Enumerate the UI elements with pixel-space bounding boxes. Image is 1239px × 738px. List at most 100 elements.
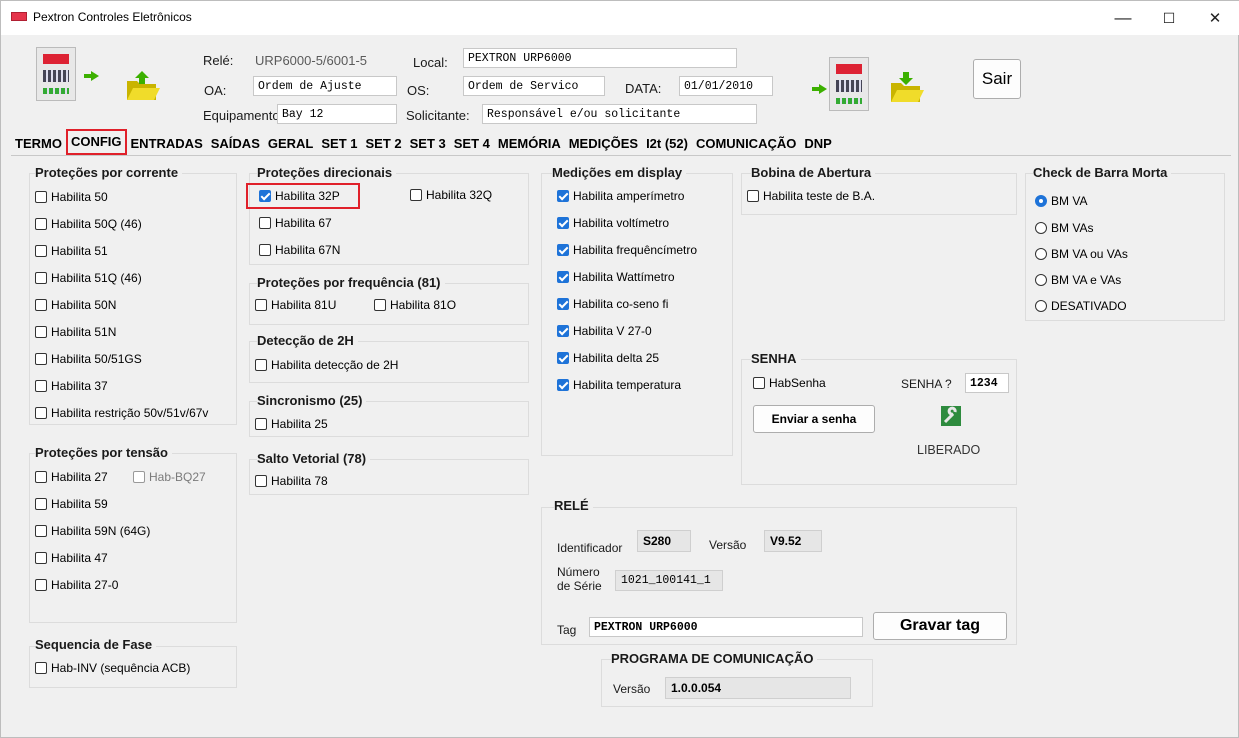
tab-geral[interactable]: GERAL: [264, 133, 318, 155]
checkbox-habilita-47[interactable]: Habilita 47: [35, 551, 108, 565]
tab-memoria[interactable]: MEMÓRIA: [494, 133, 565, 155]
group-title: PROGRAMA DE COMUNICAÇÃO: [611, 651, 818, 666]
tab-entradas[interactable]: ENTRADAS: [127, 133, 207, 155]
checkbox-temperatura[interactable]: Habilita temperatura: [557, 378, 681, 392]
data-label: DATA:: [625, 81, 662, 96]
checkbox-delta-25[interactable]: Habilita delta 25: [557, 351, 659, 365]
equipamento-field[interactable]: Bay 12: [277, 104, 397, 124]
checkbox-habilita-50-51gs[interactable]: Habilita 50/51GS: [35, 352, 142, 366]
checkbox-habilita-59n[interactable]: Habilita 59N (64G): [35, 524, 150, 538]
rele-value: URP6000-5/6001-5: [255, 53, 368, 68]
group-title: Salto Vetorial (78): [257, 451, 371, 466]
group-title: Check de Barra Morta: [1033, 165, 1172, 180]
versao-label: Versão: [709, 538, 747, 552]
checkbox-habilita-deteccao-2h[interactable]: Habilita detecção de 2H: [255, 358, 398, 372]
oa-label: OA:: [204, 83, 227, 98]
save-folder-icon[interactable]: [889, 71, 925, 107]
identificador-label: Identificador: [557, 541, 623, 555]
tab-i2t[interactable]: I2t (52): [642, 133, 692, 155]
tab-config[interactable]: CONFIG: [65, 129, 127, 155]
app-icon: [11, 12, 27, 21]
tab-dnp[interactable]: DNP: [800, 133, 835, 155]
group-title: Bobina de Abertura: [751, 165, 876, 180]
identificador-value: S280: [637, 530, 691, 552]
checkbox-habilita-25[interactable]: Habilita 25: [255, 417, 328, 431]
close-button[interactable]: ✕: [1192, 1, 1238, 35]
checkbox-habilita-67n[interactable]: Habilita 67N: [259, 243, 340, 257]
checkbox-habilita-27-0[interactable]: Habilita 27-0: [35, 578, 118, 592]
tag-field[interactable]: PEXTRON URP6000: [589, 617, 863, 637]
checkbox-habilita-78[interactable]: Habilita 78: [255, 474, 328, 488]
checkbox-habilita-restricao[interactable]: Habilita restrição 50v/51v/67v: [35, 406, 208, 420]
data-field[interactable]: 01/01/2010: [679, 76, 773, 96]
numero-serie-value: 1021_100141_1: [615, 570, 723, 591]
checkbox-habilita-81u[interactable]: Habilita 81U: [255, 298, 336, 312]
os-label: OS:: [407, 83, 430, 98]
senha-field[interactable]: 1234: [965, 373, 1009, 393]
open-folder-icon[interactable]: [125, 69, 161, 105]
checkbox-habilita-27[interactable]: Habilita 27: [35, 470, 108, 484]
radio-bm-vas[interactable]: BM VAs: [1035, 221, 1093, 235]
checkbox-habilita-50q[interactable]: Habilita 50Q (46): [35, 217, 142, 231]
group-title: Medições em display: [552, 165, 687, 180]
tab-saidas[interactable]: SAÍDAS: [207, 133, 264, 155]
title-bar: Pextron Controles Eletrônicos — ☐ ✕: [1, 1, 1239, 35]
window-title: Pextron Controles Eletrônicos: [33, 10, 192, 24]
tab-set3[interactable]: SET 3: [406, 133, 450, 155]
checkbox-habsenha[interactable]: HabSenha: [753, 376, 826, 390]
checkbox-teste-ba[interactable]: Habilita teste de B.A.: [747, 189, 875, 203]
group-title: Proteções por frequência (81): [257, 275, 445, 290]
checkbox-habilita-32q[interactable]: Habilita 32Q: [410, 188, 492, 202]
numero-label: Número: [557, 565, 600, 579]
oa-field[interactable]: Ordem de Ajuste: [253, 76, 397, 96]
senha-status: LIBERADO: [917, 443, 981, 457]
sair-button[interactable]: Sair: [973, 59, 1021, 99]
checkbox-habilita-67[interactable]: Habilita 67: [259, 216, 332, 230]
local-field[interactable]: PEXTRON URP6000: [463, 48, 737, 68]
arrow-right-icon: [84, 71, 99, 81]
checkbox-hab-bq27[interactable]: Hab-BQ27: [133, 470, 206, 484]
checkbox-frequencimetro[interactable]: Habilita frequêncímetro: [557, 243, 697, 257]
radio-desativado[interactable]: DESATIVADO: [1035, 299, 1127, 313]
group-title: Sincronismo (25): [257, 393, 367, 408]
checkbox-habilita-51n[interactable]: Habilita 51N: [35, 325, 116, 339]
checkbox-habilita-81o[interactable]: Habilita 81O: [374, 298, 456, 312]
relay-device-icon: [36, 47, 76, 101]
minimize-button[interactable]: —: [1100, 1, 1146, 35]
tab-comunicacao[interactable]: COMUNICAÇÃO: [692, 133, 800, 155]
checkbox-habilita-50n[interactable]: Habilita 50N: [35, 298, 116, 312]
group-title: SENHA: [751, 351, 801, 366]
tab-medicoes[interactable]: MEDIÇÕES: [565, 133, 642, 155]
os-field[interactable]: Ordem de Servico: [463, 76, 605, 96]
tab-set1[interactable]: SET 1: [317, 133, 361, 155]
checkbox-wattimetro[interactable]: Habilita Wattímetro: [557, 270, 675, 284]
tag-label: Tag: [557, 623, 577, 637]
checkbox-habilita-37[interactable]: Habilita 37: [35, 379, 108, 393]
checkbox-habilita-32p[interactable]: Habilita 32P: [259, 189, 340, 203]
app-window: Pextron Controles Eletrônicos — ☐ ✕ Relé…: [0, 0, 1239, 738]
equipamento-label: Equipamento:: [203, 108, 284, 123]
tab-termo[interactable]: TERMO: [11, 133, 66, 155]
checkbox-habilita-59[interactable]: Habilita 59: [35, 497, 108, 511]
enviar-senha-button[interactable]: Enviar a senha: [753, 405, 875, 433]
solicitante-field[interactable]: Responsável e/ou solicitante: [482, 104, 757, 124]
maximize-button[interactable]: ☐: [1146, 1, 1192, 35]
checkbox-habilita-50[interactable]: Habilita 50: [35, 190, 108, 204]
tab-divider: [11, 155, 1231, 156]
checkbox-habilita-51q[interactable]: Habilita 51Q (46): [35, 271, 142, 285]
checkbox-co-seno-fi[interactable]: Habilita co-seno fi: [557, 297, 668, 311]
checkbox-v-27-0[interactable]: Habilita V 27-0: [557, 324, 652, 338]
radio-bm-va-e-vas[interactable]: BM VA e VAs: [1035, 273, 1121, 287]
tab-set2[interactable]: SET 2: [362, 133, 406, 155]
checkbox-voltimetro[interactable]: Habilita voltímetro: [557, 216, 669, 230]
checkbox-hab-inv[interactable]: Hab-INV (sequência ACB): [35, 661, 190, 675]
checkbox-amperimetro[interactable]: Habilita amperímetro: [557, 189, 684, 203]
tab-set4[interactable]: SET 4: [450, 133, 494, 155]
radio-bm-va[interactable]: BM VA: [1035, 194, 1087, 208]
checkbox-habilita-51[interactable]: Habilita 51: [35, 244, 108, 258]
radio-bm-va-ou-vas[interactable]: BM VA ou VAs: [1035, 247, 1128, 261]
arrow-right-icon: [812, 84, 827, 94]
gravar-tag-button[interactable]: Gravar tag: [873, 612, 1007, 640]
rele-label: Relé:: [203, 53, 234, 68]
group-title: Proteções direcionais: [257, 165, 397, 180]
